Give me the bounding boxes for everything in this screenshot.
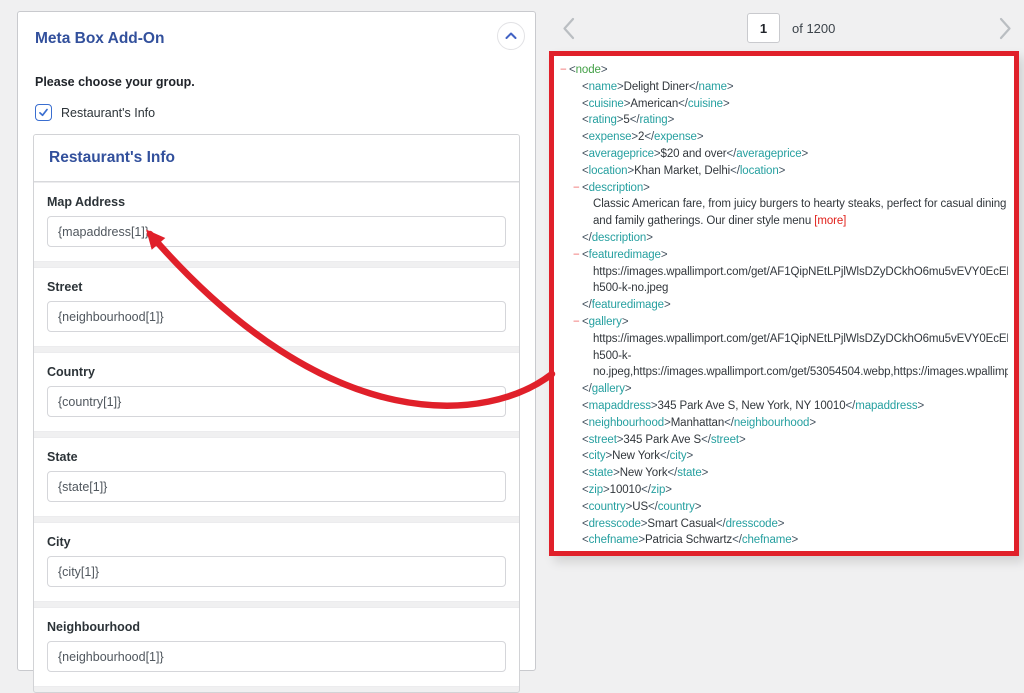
field-input[interactable] bbox=[47, 386, 506, 417]
choose-group-text: Please choose your group. bbox=[35, 75, 520, 89]
chevron-right-icon bbox=[995, 15, 1015, 42]
xml-line: <neighbourhood>Manhattan</neighbourhood> bbox=[560, 415, 1008, 432]
xml-line: no.jpeg,https://images.wpallimport.com/g… bbox=[560, 364, 1008, 381]
xml-line: <city>New York</city> bbox=[560, 448, 1008, 465]
xml-line: <expense>2</expense> bbox=[560, 129, 1008, 146]
field-input[interactable] bbox=[47, 301, 506, 332]
collapse-minus-icon[interactable]: − bbox=[573, 247, 582, 264]
xml-lines: −<node><name>Delight Diner</name><cuisin… bbox=[560, 62, 1008, 549]
section-title: Restaurant's Info bbox=[34, 135, 519, 182]
xml-line: <street>345 Park Ave S</street> bbox=[560, 432, 1008, 449]
meta-box-panel: Meta Box Add-On Please choose your group… bbox=[17, 11, 536, 671]
xml-line: <rating>5</rating> bbox=[560, 112, 1008, 129]
xml-line: https://images.wpallimport.com/get/AF1Qi… bbox=[560, 264, 1008, 281]
collapse-minus-icon[interactable]: − bbox=[560, 62, 569, 79]
fields-list: Map Address Street Country State City Neighbo… bbox=[34, 182, 519, 687]
field-label: Street bbox=[47, 280, 506, 294]
restaurants-info-section: Restaurant's Info Map Address Street Count… bbox=[33, 134, 520, 693]
xml-line: <location>Khan Market, Delhi</location> bbox=[560, 163, 1008, 180]
group-checkbox-label: Restaurant's Info bbox=[61, 106, 155, 120]
xml-line: <averageprice>$20 and over</averageprice… bbox=[560, 146, 1008, 163]
previous-record-button[interactable] bbox=[559, 15, 579, 42]
xml-preview: −<node><name>Delight Diner</name><cuisin… bbox=[549, 51, 1019, 556]
panel-title: Meta Box Add-On bbox=[35, 30, 520, 48]
collapse-minus-icon[interactable]: − bbox=[573, 180, 582, 197]
xml-line: <country>US</country> bbox=[560, 499, 1008, 516]
record-navigation: of 1200 bbox=[549, 12, 1019, 46]
field-input[interactable] bbox=[47, 641, 506, 672]
xml-line: </gallery> bbox=[560, 381, 1008, 398]
chevron-left-icon bbox=[559, 15, 579, 42]
chevron-up-icon bbox=[504, 31, 518, 41]
field-row: Street bbox=[34, 267, 519, 347]
xml-line: −<description> bbox=[560, 180, 1008, 197]
xml-line: <cuisine>American</cuisine> bbox=[560, 96, 1008, 113]
xml-line: <dresscode>Smart Casual</dresscode> bbox=[560, 516, 1008, 533]
xml-line: h500-k- bbox=[560, 348, 1008, 365]
group-checkbox-row[interactable]: Restaurant's Info bbox=[35, 104, 520, 121]
xml-line: Classic American fare, from juicy burger… bbox=[560, 196, 1008, 230]
field-label: State bbox=[47, 450, 506, 464]
field-label: City bbox=[47, 535, 506, 549]
xml-line: https://images.wpallimport.com/get/AF1Qi… bbox=[560, 331, 1008, 348]
xml-line: <zip>10010</zip> bbox=[560, 482, 1008, 499]
xml-line: <mapaddress>345 Park Ave S, New York, NY… bbox=[560, 398, 1008, 415]
field-row: Map Address bbox=[34, 182, 519, 262]
xml-line: </featuredimage> bbox=[560, 297, 1008, 314]
xml-line: −<node> bbox=[560, 62, 1008, 79]
xml-line: <state>New York</state> bbox=[560, 465, 1008, 482]
collapse-panel-button[interactable] bbox=[497, 22, 525, 50]
record-count-label: of 1200 bbox=[792, 21, 835, 36]
xml-line: −<gallery> bbox=[560, 314, 1008, 331]
field-label: Neighbourhood bbox=[47, 620, 506, 634]
xml-line: h500-k-no.jpeg bbox=[560, 280, 1008, 297]
group-checkbox[interactable] bbox=[35, 104, 52, 121]
field-row: Neighbourhood bbox=[34, 607, 519, 687]
checkmark-icon bbox=[38, 107, 49, 118]
xml-line: −<featuredimage> bbox=[560, 247, 1008, 264]
more-link[interactable]: [more] bbox=[811, 215, 846, 227]
xml-line: <name>Delight Diner</name> bbox=[560, 79, 1008, 96]
field-input[interactable] bbox=[47, 216, 506, 247]
next-record-button[interactable] bbox=[995, 15, 1015, 42]
xml-line: </description> bbox=[560, 230, 1008, 247]
field-row: Country bbox=[34, 352, 519, 432]
field-row: State bbox=[34, 437, 519, 517]
field-label: Country bbox=[47, 365, 506, 379]
field-input[interactable] bbox=[47, 471, 506, 502]
field-label: Map Address bbox=[47, 195, 506, 209]
collapse-minus-icon[interactable]: − bbox=[573, 314, 582, 331]
record-number-input[interactable] bbox=[747, 13, 780, 43]
field-row: City bbox=[34, 522, 519, 602]
xml-line: <chefname>Patricia Schwartz</chefname> bbox=[560, 532, 1008, 549]
field-input[interactable] bbox=[47, 556, 506, 587]
